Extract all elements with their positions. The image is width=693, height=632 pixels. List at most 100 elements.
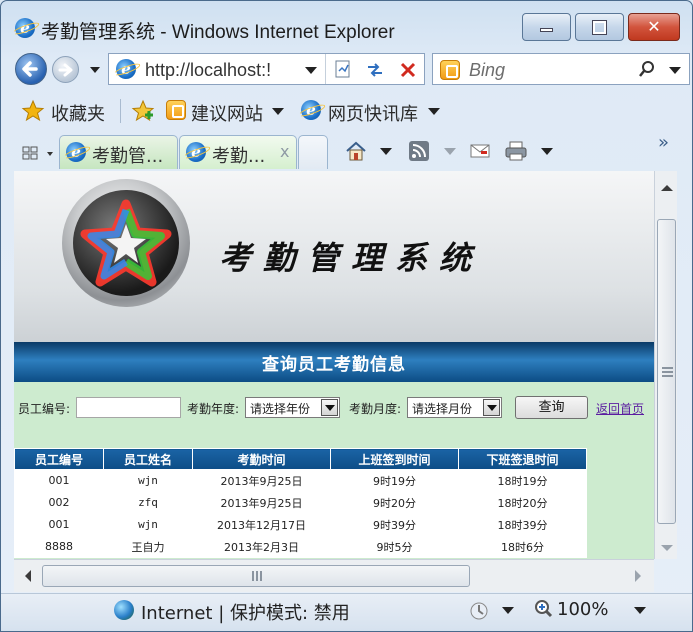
favorites-bar: 收藏夹 建议网站 e 网页快讯库 xyxy=(1,91,692,129)
horizontal-scrollbar[interactable] xyxy=(14,559,654,592)
window-title: 考勤管理系统 - Windows Internet Explorer xyxy=(41,22,395,43)
month-label: 考勤月度: xyxy=(349,402,402,416)
cell-emp-name: zfq xyxy=(138,496,158,509)
favorites-label[interactable]: 收藏夹 xyxy=(51,100,105,126)
close-icon: ✕ xyxy=(647,17,661,36)
suggested-sites-dropdown-icon[interactable] xyxy=(272,107,284,117)
forward-button[interactable] xyxy=(52,56,79,83)
tab-page-icon: e xyxy=(66,142,86,162)
zoom-level[interactable]: 100% xyxy=(557,599,608,620)
page-heading: 查询员工考勤信息 xyxy=(262,355,406,375)
system-logo xyxy=(62,179,190,307)
tab-label: 考勤管... xyxy=(92,146,164,167)
tab-attendance-2[interactable]: e 考勤... x xyxy=(179,135,297,169)
year-select-value: 请选择年份 xyxy=(250,402,311,416)
grip-icon xyxy=(662,367,673,377)
grip-icon xyxy=(252,571,262,581)
favorites-star-icon[interactable] xyxy=(21,99,45,123)
cell-date: 2013年12月17日 xyxy=(217,518,306,532)
year-label: 考勤年度: xyxy=(187,402,240,416)
scroll-right-icon[interactable] xyxy=(634,570,642,582)
history-dropdown-icon[interactable] xyxy=(90,65,100,75)
tab-attendance-1[interactable]: e 考勤管... xyxy=(59,135,178,169)
attendance-table: 员工编号 员工姓名 考勤时间 上班签到时间 下班签退时间 001 wjn 201… xyxy=(14,448,587,558)
browser-window: e 考勤管理系统 - Windows Internet Explorer ✕ e… xyxy=(0,0,693,632)
feeds-icon[interactable] xyxy=(407,139,431,163)
stop-icon[interactable] xyxy=(398,60,418,80)
refresh-icon[interactable] xyxy=(365,60,385,80)
table-row: 001 wjn 2013年12月17日 9时39分 18时39分 xyxy=(15,514,587,536)
close-button[interactable]: ✕ xyxy=(628,13,680,41)
cell-date: 2013年9月25日 xyxy=(220,474,303,488)
horizontal-scroll-thumb[interactable] xyxy=(42,565,470,587)
compatibility-view-icon[interactable] xyxy=(333,59,353,79)
search-placeholder[interactable]: Bing xyxy=(469,60,505,81)
cell-emp-name: wjn xyxy=(138,474,158,488)
address-url[interactable]: http://localhost:! xyxy=(145,60,271,81)
web-slice-dropdown-icon[interactable] xyxy=(428,107,440,117)
search-dropdown-icon[interactable] xyxy=(669,66,681,76)
column-header: 员工姓名 xyxy=(103,448,193,470)
quick-tabs-icon xyxy=(22,146,53,160)
bing-icon xyxy=(440,60,460,80)
back-button[interactable] xyxy=(15,53,47,85)
tab-row: e 考勤管... e 考勤... x » xyxy=(1,132,692,170)
cell-check-out: 18时19分 xyxy=(497,474,548,488)
page-viewport: 考勤管理系统 查询员工考勤信息 员工编号: 考勤年度: 请选择年份 考勤月度: … xyxy=(14,171,654,559)
chevron-more-icon[interactable]: » xyxy=(658,132,669,153)
minimize-button[interactable] xyxy=(522,13,571,41)
page-nav-bar: 查询员工考勤信息 xyxy=(14,342,654,382)
address-dropdown-icon[interactable] xyxy=(305,66,317,76)
emp-id-input[interactable] xyxy=(76,397,181,418)
table-row: 001 wjn 2013年9月25日 9时19分 18时19分 xyxy=(15,470,587,492)
back-home-link[interactable]: 返回首页 xyxy=(596,400,644,417)
print-icon[interactable] xyxy=(503,139,529,163)
month-select[interactable]: 请选择月份 xyxy=(407,397,502,418)
query-button[interactable]: 查询 xyxy=(515,396,588,419)
new-tab-button[interactable] xyxy=(298,135,328,169)
vertical-scrollbar[interactable] xyxy=(654,171,677,559)
cell-emp-name: wjn xyxy=(138,518,158,531)
read-mail-icon[interactable] xyxy=(468,139,492,163)
column-header: 考勤时间 xyxy=(192,448,331,470)
home-dropdown-icon[interactable] xyxy=(380,147,392,157)
cell-check-out: 18时20分 xyxy=(497,496,548,510)
quick-tabs-button[interactable] xyxy=(20,140,58,168)
zoom-dropdown-icon[interactable] xyxy=(634,606,646,616)
chevron-down-icon[interactable] xyxy=(321,399,338,416)
suggested-sites-link[interactable]: 建议网站 xyxy=(191,100,263,126)
back-arrow-icon xyxy=(22,61,38,77)
feeds-dropdown-icon[interactable] xyxy=(444,147,456,157)
column-header: 员工编号 xyxy=(14,448,104,470)
page-icon: e xyxy=(116,59,136,79)
scroll-left-icon[interactable] xyxy=(24,570,32,582)
cell-emp-id: 8888 xyxy=(45,540,73,553)
popup-blocker-icon[interactable] xyxy=(467,600,493,622)
search-box[interactable]: Bing xyxy=(432,53,690,85)
tab-close-icon[interactable]: x xyxy=(280,142,289,161)
zoom-icon[interactable] xyxy=(533,599,553,619)
minimize-icon xyxy=(540,28,553,32)
cell-check-in: 9时39分 xyxy=(373,518,416,532)
add-favorites-icon[interactable] xyxy=(131,99,155,123)
zone-status[interactable]: Internet | 保护模式: 禁用 xyxy=(141,599,350,625)
year-select[interactable]: 请选择年份 xyxy=(245,397,340,418)
forward-arrow-icon xyxy=(58,63,73,77)
web-slice-gallery-link[interactable]: 网页快讯库 xyxy=(328,100,418,126)
scroll-up-icon[interactable] xyxy=(661,184,673,192)
system-banner: 考勤管理系统 xyxy=(14,171,654,342)
address-bar[interactable]: e http://localhost:! xyxy=(108,53,425,85)
divider xyxy=(120,99,121,123)
table-row: 002 zfq 2013年9月25日 9时20分 18时20分 xyxy=(15,492,587,514)
chevron-down-icon[interactable] xyxy=(483,399,500,416)
search-icon[interactable] xyxy=(638,60,656,78)
column-header: 上班签到时间 xyxy=(330,448,459,470)
print-dropdown-icon[interactable] xyxy=(541,147,553,157)
cell-emp-id: 001 xyxy=(48,474,70,488)
divider xyxy=(325,54,326,84)
scroll-down-icon[interactable] xyxy=(661,544,673,552)
home-icon[interactable] xyxy=(344,139,368,163)
status-dropdown-icon[interactable] xyxy=(502,606,514,616)
maximize-button[interactable] xyxy=(575,13,624,41)
vertical-scroll-thumb[interactable] xyxy=(657,219,676,524)
